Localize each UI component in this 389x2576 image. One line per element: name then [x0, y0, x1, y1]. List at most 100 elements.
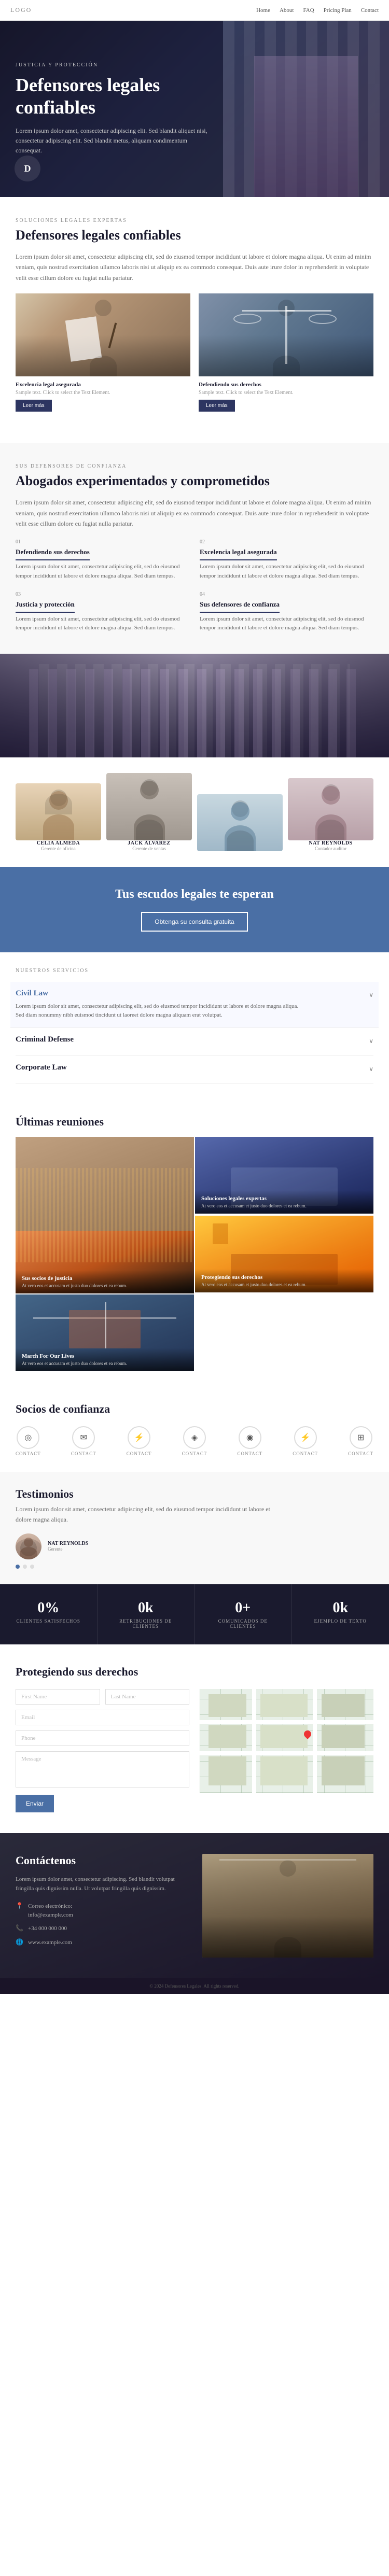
defensores-section: SUS DEFENSORES DE CONFIANZA Abogados exp… — [0, 443, 389, 654]
service-criminal[interactable]: Criminal Defense ∨ — [16, 1028, 373, 1056]
reuniones-section: Últimas reuniones Sus socios de justicia… — [0, 1100, 389, 1387]
protegiendo-section: Protegiendo sus derechos Enviar — [0, 1644, 389, 1833]
contactenos-image — [202, 1854, 373, 1958]
news-grid: Sus socios de justicia At vero eos et ac… — [16, 1137, 373, 1371]
nav-contact[interactable]: Contact — [361, 7, 379, 13]
dot-2[interactable] — [23, 1565, 27, 1569]
logo-label-1: CONTACT — [16, 1451, 41, 1456]
card1-button[interactable]: Leer más — [16, 400, 52, 412]
nav-faq[interactable]: FAQ — [303, 7, 314, 13]
footer: © 2024 Defensores Legales. All rights re… — [0, 1978, 389, 1994]
testimonios-text: Lorem ipsum dolor sit amet, consectetur … — [16, 1504, 275, 1525]
logo-item-7: ⊞ CONTACT — [348, 1426, 373, 1456]
chevron-civil-icon: ∨ — [369, 991, 373, 999]
news-meta-3: At vero eos et accusam et justo duo dolo… — [201, 1282, 367, 1287]
team-grid: CELIA ALMEDA Gerente de oficina JACK ÁLV… — [16, 773, 373, 851]
testimonios-title: Testimonios — [16, 1487, 373, 1501]
news-title-3: Protegiendo sus derechos — [201, 1274, 367, 1280]
testimonios-section: Testimonios Lorem ipsum dolor sit amet, … — [0, 1472, 389, 1584]
soluciones-label: SOLUCIONES LEGALES EXPERTAS — [16, 218, 373, 223]
team-member-3 — [197, 794, 283, 851]
team-section: CELIA ALMEDA Gerente de oficina JACK ÁLV… — [0, 757, 389, 867]
logo-icon-2: ✉ — [72, 1426, 95, 1449]
services-section: NUESTROS SERVICIOS Civil Law Lorem ipsum… — [0, 952, 389, 1100]
hero-title: Defensores legales confiables — [16, 74, 223, 119]
soluciones-title: Defensores legales confiables — [16, 228, 373, 243]
news-item-1: Sus socios de justicia At vero eos et ac… — [16, 1137, 194, 1293]
stat-1: 0% Clientes satisfechos — [0, 1584, 98, 1644]
map-road-h2 — [200, 1751, 373, 1755]
first-name-input[interactable] — [16, 1689, 100, 1705]
columns-image — [0, 654, 389, 757]
phone-input[interactable] — [16, 1730, 189, 1746]
contactenos-title: Contáctenos — [16, 1854, 187, 1867]
service-civil[interactable]: Civil Law Lorem ipsum dolor sit amet, co… — [10, 982, 379, 1028]
card1-subcap: Sample text. Click to select the Text El… — [16, 390, 190, 396]
defender-item-1: 01 Defendiendo sus derechos Lorem ipsum … — [16, 539, 189, 581]
card2-button[interactable]: Leer más — [199, 400, 235, 412]
defensores-title: Abogados experimentados y comprometidos — [16, 473, 373, 489]
hero-badge: JUSTICIA Y PROTECCIÓN — [16, 62, 373, 68]
team-photo-3 — [197, 794, 283, 851]
team-member-2: JACK ÁLVAREZ Gerente de ventas — [106, 773, 192, 851]
card2-subcap: Sample text. Click to select the Text El… — [199, 390, 373, 396]
defensores-text: Lorem ipsum dolor sit amet, consectetur … — [16, 497, 373, 529]
defender-item-4: 04 Sus defensores de confianza Lorem ips… — [200, 592, 373, 633]
navigation: logo Home About FAQ Pricing Plan Contact — [0, 0, 389, 21]
news-item-2: Soluciones legales expertas At vero eos … — [195, 1137, 373, 1214]
nav-logo[interactable]: logo — [10, 6, 32, 14]
form-left: Enviar — [16, 1689, 189, 1812]
defender-item-2: 02 Excelencia legal asegurada Lorem ipsu… — [200, 539, 373, 581]
team-photo-2 — [106, 773, 192, 840]
cta-button[interactable]: Obtenga su consulta gratuita — [141, 912, 247, 932]
socios-section: Socios de confianza ◎ CONTACT ✉ CONTACT … — [0, 1387, 389, 1472]
news-title-1: Sus socios de justicia — [22, 1275, 188, 1282]
submit-button[interactable]: Enviar — [16, 1795, 54, 1812]
nav-home[interactable]: Home — [256, 7, 270, 13]
email-input[interactable] — [16, 1710, 189, 1725]
service-card-1: Excelencia legal asegurada Sample text. … — [16, 293, 190, 412]
map-road-h1 — [200, 1720, 373, 1724]
stat-3: 0+ Comunicados de clientes — [195, 1584, 292, 1644]
logo-item-4: ◈ CONTACT — [182, 1426, 207, 1456]
message-input[interactable] — [16, 1751, 189, 1787]
logo-label-4: CONTACT — [182, 1451, 207, 1456]
news-item-3: Protegiendo sus derechos At vero eos et … — [195, 1216, 373, 1292]
news-meta-2: At vero eos et accusam et justo duo dolo… — [201, 1203, 367, 1208]
protegiendo-title: Protegiendo sus derechos — [16, 1665, 373, 1679]
dot-1[interactable] — [16, 1565, 20, 1569]
contactenos-desc: Lorem ipsum dolor amet, consectetur adip… — [16, 1875, 187, 1894]
news-overlay-2: Soluciones legales expertas At vero eos … — [195, 1190, 373, 1214]
logo-icon-5: ◉ — [239, 1426, 261, 1449]
nav-about[interactable]: About — [280, 7, 294, 13]
map-placeholder — [200, 1689, 373, 1793]
testimonios-avatar — [16, 1533, 41, 1559]
logo-label-7: CONTACT — [348, 1451, 373, 1456]
form-right — [200, 1689, 373, 1812]
card2-caption: Defendiendo sus derechos — [199, 376, 373, 390]
socios-title: Socios de confianza — [16, 1402, 373, 1416]
contact-web: www.example.com — [28, 1938, 72, 1947]
service-image-1 — [16, 293, 190, 376]
service-corporate[interactable]: Corporate Law ∨ — [16, 1056, 373, 1084]
form-name-row — [16, 1689, 189, 1705]
contactenos-section: Contáctenos Lorem ipsum dolor amet, cons… — [0, 1833, 389, 1978]
hero-image — [223, 21, 389, 197]
contact-address-row: 📍 Correo electrónico: info@example.com — [16, 1902, 187, 1919]
last-name-input[interactable] — [105, 1689, 190, 1705]
soluciones-text: Lorem ipsum dolor sit amet, consectetur … — [16, 251, 373, 283]
testimonios-person: NAT REYNOLDS Gerente — [16, 1533, 373, 1559]
stats-row: 0% Clientes satisfechos 0k Retribuciones… — [0, 1584, 389, 1644]
news-item-4: March For Our Lives At vero eos et accus… — [16, 1294, 194, 1371]
logo-item-1: ◎ CONTACT — [16, 1426, 41, 1456]
contact-phone-row: 📞 +34 000 000 000 — [16, 1924, 187, 1933]
footer-text: © 2024 Defensores Legales. All rights re… — [16, 1983, 373, 1989]
defender-item-3: 03 Justicia y protección Lorem ipsum dol… — [16, 592, 189, 633]
contact-address: info@example.com — [28, 1911, 73, 1920]
nav-pricing[interactable]: Pricing Plan — [324, 7, 352, 13]
service-name-criminal: Criminal Defense — [16, 1035, 74, 1044]
news-overlay-3: Protegiendo sus derechos At vero eos et … — [195, 1269, 373, 1292]
dot-3[interactable] — [30, 1565, 34, 1569]
stat-2: 0k Retribuciones de clientes — [98, 1584, 195, 1644]
service-card-2: Defendiendo sus derechos Sample text. Cl… — [199, 293, 373, 412]
